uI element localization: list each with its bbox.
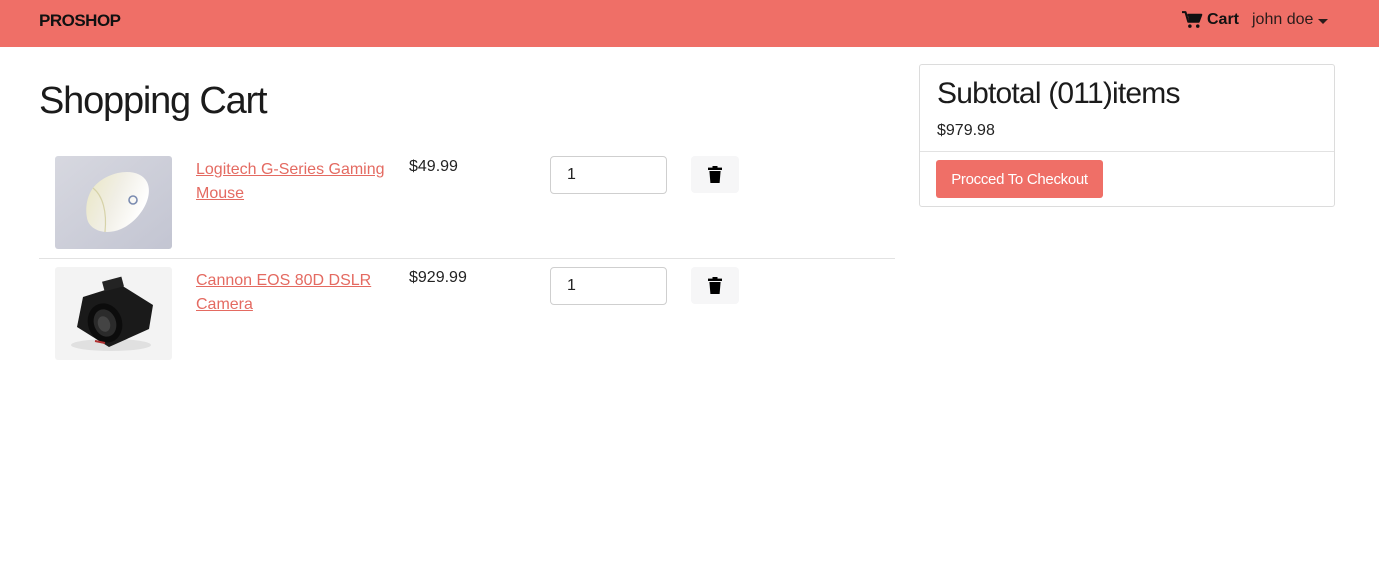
product-image-camera[interactable] bbox=[55, 267, 172, 360]
brand-logo[interactable]: PROSHOP bbox=[39, 11, 121, 31]
remove-item-button[interactable] bbox=[691, 267, 739, 304]
navbar: PROSHOP Cart john doe bbox=[0, 0, 1379, 47]
nav-cart-label: Cart bbox=[1207, 11, 1240, 28]
product-price: $49.99 bbox=[409, 158, 458, 175]
product-link-mouse[interactable]: Logitech G-Series Gaming Mouse bbox=[196, 158, 396, 206]
shopping-cart-icon bbox=[1182, 11, 1203, 28]
caret-down-icon bbox=[1318, 18, 1329, 24]
subtotal-price: $979.98 bbox=[937, 122, 995, 139]
order-summary-card: Subtotal (011)items $979.98 Procced To C… bbox=[919, 64, 1335, 207]
summary-divider bbox=[920, 151, 1334, 152]
product-link-camera[interactable]: Cannon EOS 80D DSLR Camera bbox=[196, 269, 396, 317]
nav-cart-link[interactable]: Cart bbox=[1182, 9, 1239, 31]
product-image-mouse[interactable] bbox=[55, 156, 172, 249]
checkout-button[interactable]: Procced To Checkout bbox=[936, 160, 1103, 198]
remove-item-button[interactable] bbox=[691, 156, 739, 193]
user-dropdown[interactable]: john doe bbox=[1252, 9, 1329, 31]
trash-icon bbox=[708, 166, 722, 183]
mouse-image bbox=[55, 156, 172, 249]
subtotal-heading: Subtotal (011)items bbox=[937, 77, 1181, 110]
trash-icon bbox=[708, 277, 722, 294]
user-name: john doe bbox=[1252, 11, 1314, 28]
cart-item-row: Cannon EOS 80D DSLR Camera $929.99 bbox=[39, 258, 895, 368]
quantity-input[interactable] bbox=[550, 267, 667, 305]
product-price: $929.99 bbox=[409, 269, 467, 286]
quantity-input[interactable] bbox=[550, 156, 667, 194]
cart-item-row: Logitech G-Series Gaming Mouse $49.99 bbox=[39, 148, 895, 258]
page-title: Shopping Cart bbox=[39, 80, 268, 122]
camera-image bbox=[55, 267, 172, 360]
